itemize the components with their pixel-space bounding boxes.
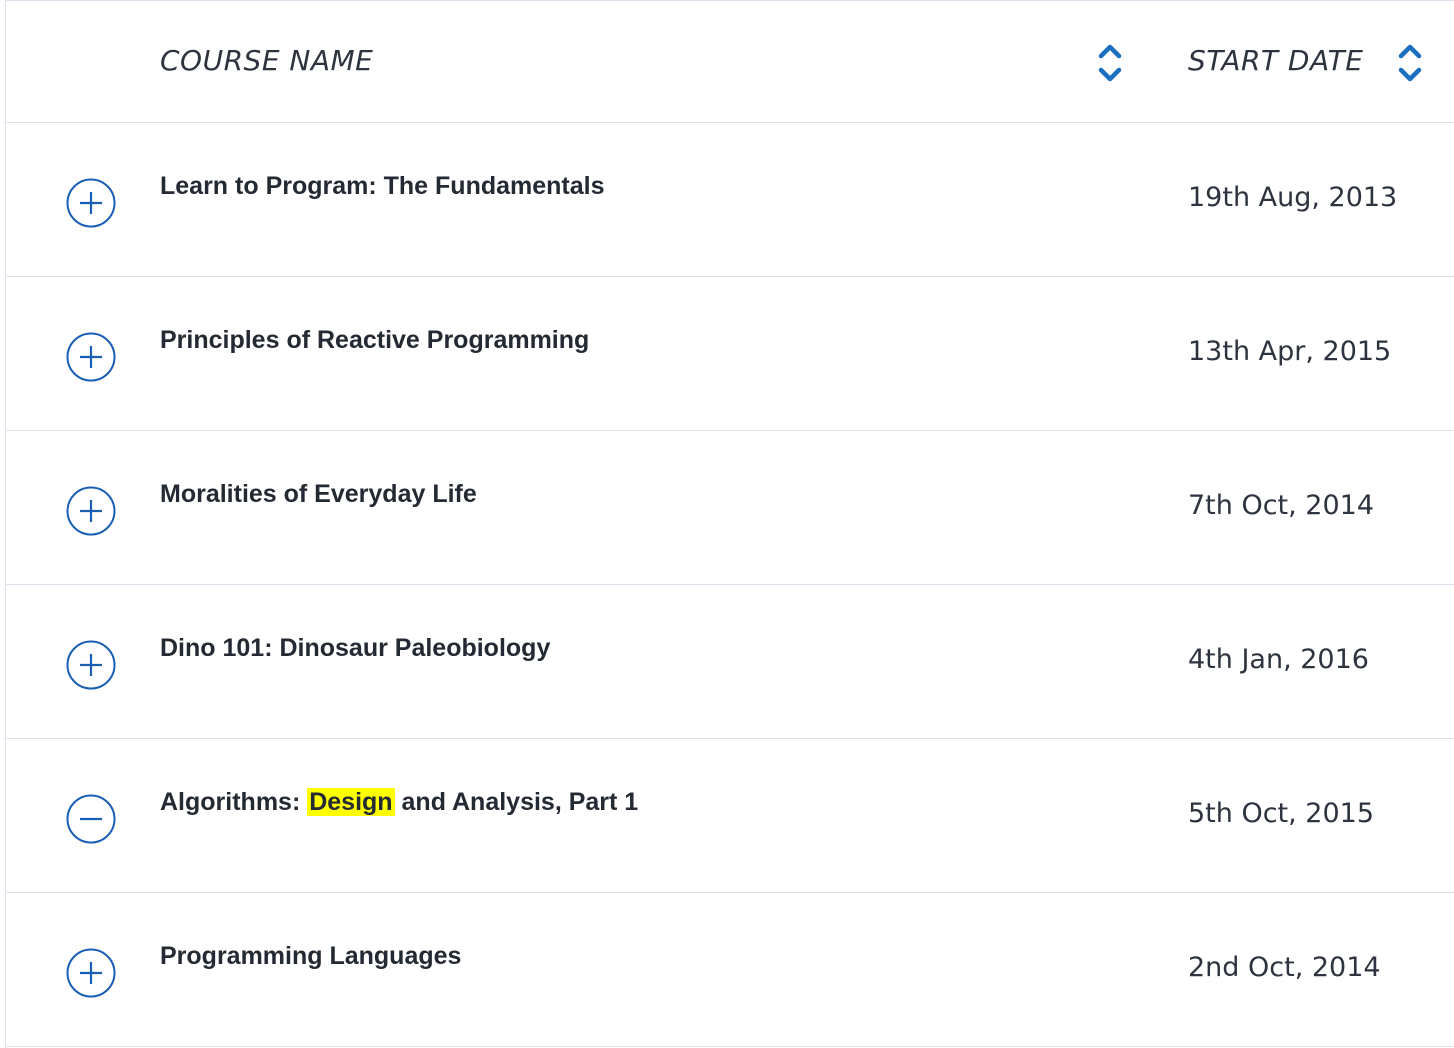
start-date: 2nd Oct, 2014 [1188,952,1381,983]
table-header: COURSE NAME START DATE [6,0,1454,123]
course-name-text: Principles of Reactive Programming [160,326,590,354]
course-name-link[interactable]: Moralities of Everyday Life [160,479,477,509]
plus-circle-icon[interactable] [65,947,117,999]
start-date: 19th Aug, 2013 [1188,182,1398,213]
course-name-link[interactable]: Learn to Program: The Fundamentals [160,171,605,201]
course-name-link[interactable]: Algorithms: Design and Analysis, Part 1 [160,787,638,817]
course-name-column-header[interactable]: COURSE NAME [160,41,373,81]
course-name-link[interactable]: Principles of Reactive Programming [160,325,589,355]
start-date: 5th Oct, 2015 [1188,798,1375,829]
courses-table: COURSE NAME START DATE Learn to Program:… [5,0,1454,1048]
table-row: Moralities of Everyday Life 7th Oct, 2014 [6,431,1454,585]
table-row: Dino 101: Dinosaur Paleobiology 4th Jan, … [6,585,1454,739]
course-name-text: Learn to Program: The Fundamentals [160,172,605,200]
course-name-link[interactable]: Dino 101: Dinosaur Paleobiology [160,633,550,663]
plus-circle-icon[interactable] [65,485,117,537]
course-name-link[interactable]: Programming Languages [160,941,461,971]
start-date-column-header[interactable]: START DATE [1188,41,1363,81]
minus-circle-icon[interactable] [65,793,117,845]
table-row: Principles of Reactive Programming 13th A… [6,277,1454,431]
sort-start-date-icon[interactable] [1396,41,1424,85]
start-date: 4th Jan, 2016 [1188,644,1369,675]
table-row: Learn to Program: The Fundamentals 19th A… [6,123,1454,277]
plus-circle-icon[interactable] [65,639,117,691]
start-date: 7th Oct, 2014 [1188,490,1375,521]
start-date: 13th Apr, 2015 [1188,336,1392,367]
table-row: Algorithms: Design and Analysis, Part 1 5… [6,739,1454,893]
plus-circle-icon[interactable] [65,331,117,383]
search-highlight: Design [307,788,395,816]
sort-course-name-icon[interactable] [1096,41,1124,85]
course-name-text: Algorithms: [160,788,308,816]
course-name-text: Programming Languages [160,942,462,970]
course-name-text: Dino 101: Dinosaur Paleobiology [160,634,551,662]
plus-circle-icon[interactable] [65,177,117,229]
table-row: Programming Languages 2nd Oct, 2014 [6,893,1454,1047]
course-name-text: and Analysis, Part 1 [394,788,639,816]
course-name-text: Moralities of Everyday Life [160,480,477,508]
